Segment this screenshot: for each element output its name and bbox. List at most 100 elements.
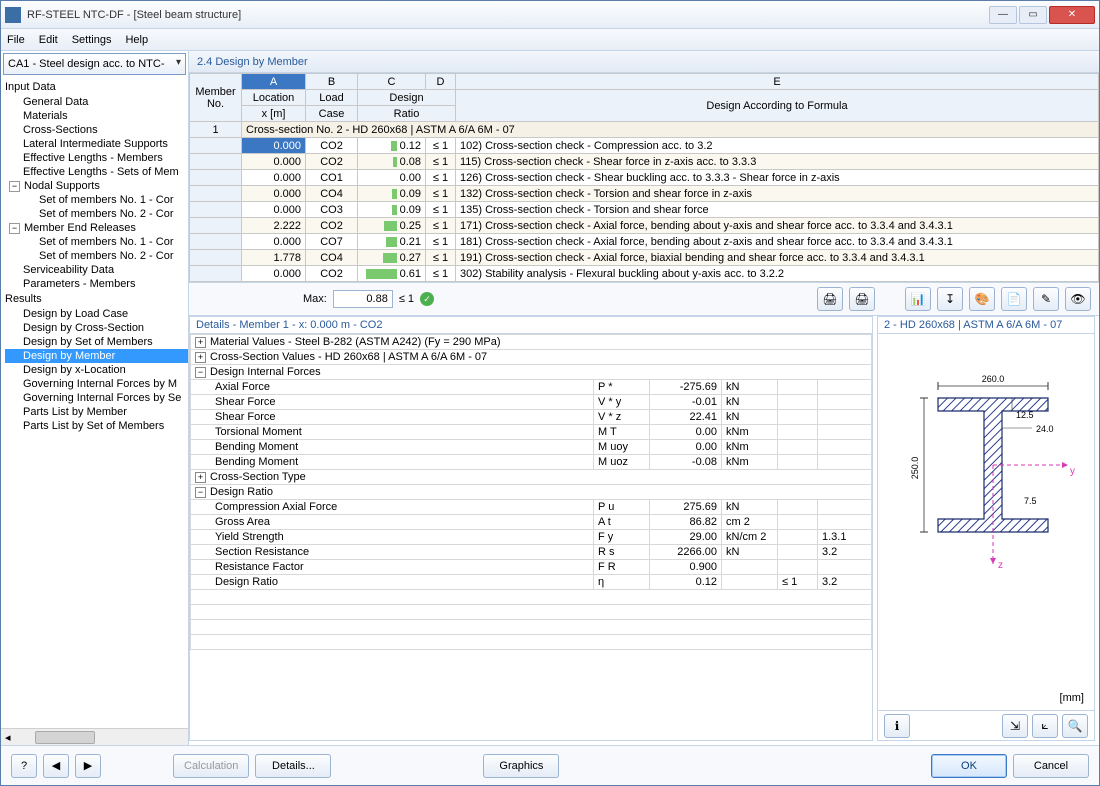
expand-icon[interactable]: +	[195, 352, 206, 363]
menu-file[interactable]: File	[7, 34, 25, 46]
tree-r-member[interactable]: Design by Member	[5, 349, 188, 363]
axis-icon[interactable]: ⇲	[1002, 714, 1028, 738]
tree-mer-1[interactable]: Set of members No. 1 - Cor	[5, 235, 188, 249]
calculation-button[interactable]: Calculation	[173, 754, 249, 778]
grid-row[interactable]: 0.000 CO2 0.61 ≤ 1 302) Stability analys…	[190, 266, 1099, 282]
details-row[interactable]: Bending MomentM uoy0.00kNm	[191, 440, 872, 455]
toolbar-btn-3[interactable]: 🎨	[969, 287, 995, 311]
toolbar-btn-4[interactable]: 📄	[1001, 287, 1027, 311]
next-button[interactable]: ▶	[75, 754, 101, 778]
svg-text:z: z	[998, 560, 1003, 571]
tree-lateral[interactable]: Lateral Intermediate Supports	[5, 137, 188, 151]
maximize-button[interactable]: ▭	[1019, 6, 1047, 24]
menu-edit[interactable]: Edit	[39, 34, 58, 46]
collapse-icon[interactable]: −	[9, 223, 20, 234]
tree-general-data[interactable]: General Data	[5, 95, 188, 109]
details-button[interactable]: Details...	[255, 754, 331, 778]
details-row[interactable]: Bending MomentM uoz-0.08kNm	[191, 455, 872, 470]
diagram-toolbar: ℹ ⇲ ⟀ 🔍	[878, 710, 1094, 740]
expand-icon[interactable]: +	[195, 472, 206, 483]
tree-mer-2[interactable]: Set of members No. 2 - Cor	[5, 249, 188, 263]
ok-button[interactable]: OK	[931, 754, 1007, 778]
tree-serv[interactable]: Serviceability Data	[5, 263, 188, 277]
collapse-icon[interactable]: −	[195, 367, 206, 378]
help-button[interactable]: ?	[11, 754, 37, 778]
grid-row[interactable]: 0.000 CO2 0.08 ≤ 1 115) Cross-section ch…	[190, 154, 1099, 170]
tree-eff-members[interactable]: Effective Lengths - Members	[5, 151, 188, 165]
col-D[interactable]: D	[426, 74, 456, 90]
col-E[interactable]: E	[456, 74, 1099, 90]
nav-tree[interactable]: Input Data General Data Materials Cross-…	[1, 77, 188, 728]
grid-row[interactable]: 0.000 CO7 0.21 ≤ 1 181) Cross-section ch…	[190, 234, 1099, 250]
col-B[interactable]: B	[306, 74, 358, 90]
zoom-icon[interactable]: 🔍	[1062, 714, 1088, 738]
details-row[interactable]: Compression Axial ForceP u275.69kN	[191, 500, 872, 515]
tree-nodal-2[interactable]: Set of members No. 2 - Cor	[5, 207, 188, 221]
max-label: Max:	[303, 293, 327, 305]
tree-mer[interactable]: −Member End Releases	[5, 221, 188, 235]
tree-cross-sections[interactable]: Cross-Sections	[5, 123, 188, 137]
diagram-title: 2 - HD 260x68 | ASTM A 6/A 6M - 07	[878, 317, 1094, 334]
cancel-button[interactable]: Cancel	[1013, 754, 1089, 778]
tree-hscroll[interactable]: ◂	[1, 728, 188, 745]
minimize-button[interactable]: —	[989, 6, 1017, 24]
details-row[interactable]: Torsional MomentM T0.00kNm	[191, 425, 872, 440]
toolbar-btn-1[interactable]: 📊	[905, 287, 931, 311]
toolbar-btn-5[interactable]: ✎	[1033, 287, 1059, 311]
tree-params[interactable]: Parameters - Members	[5, 277, 188, 291]
col-A[interactable]: A	[242, 74, 306, 90]
graphics-button[interactable]: Graphics	[483, 754, 559, 778]
filter-icon-2[interactable]: 🖨	[849, 287, 875, 311]
tree-results[interactable]: Results	[5, 291, 188, 307]
tree-materials[interactable]: Materials	[5, 109, 188, 123]
col-C[interactable]: C	[358, 74, 426, 90]
svg-text:y: y	[1070, 466, 1075, 477]
case-combo[interactable]: CA1 - Steel design acc. to NTC-	[3, 53, 186, 75]
tree-r-cross[interactable]: Design by Cross-Section	[5, 321, 188, 335]
svg-text:260.0: 260.0	[982, 374, 1005, 384]
max-value[interactable]	[333, 290, 393, 308]
details-row[interactable]: Resistance FactorF R0.900	[191, 560, 872, 575]
grid-row[interactable]: 0.000 CO1 0.00 ≤ 1 126) Cross-section ch…	[190, 170, 1099, 186]
collapse-icon[interactable]: −	[195, 487, 206, 498]
tree-r-gif-s[interactable]: Governing Internal Forces by Se	[5, 391, 188, 405]
details-row[interactable]: Gross AreaA t86.82cm 2	[191, 515, 872, 530]
tree-nodal[interactable]: −Nodal Supports	[5, 179, 188, 193]
menu-help[interactable]: Help	[125, 34, 148, 46]
tree-r-parts-m[interactable]: Parts List by Member	[5, 405, 188, 419]
details-row[interactable]: Design Ratioη0.12≤ 13.2	[191, 575, 872, 590]
dim-icon[interactable]: ⟀	[1032, 714, 1058, 738]
results-grid[interactable]: MemberNo. A B C D E Location Load Design…	[189, 73, 1099, 282]
details-row[interactable]: Axial ForceP *-275.69kN	[191, 380, 872, 395]
tree-r-gif-m[interactable]: Governing Internal Forces by M	[5, 377, 188, 391]
tree-r-xloc[interactable]: Design by x-Location	[5, 363, 188, 377]
grid-row[interactable]: 2.222 CO2 0.25 ≤ 1 171) Cross-section ch…	[190, 218, 1099, 234]
details-row[interactable]: Shear ForceV * y-0.01kN	[191, 395, 872, 410]
tree-r-parts-s[interactable]: Parts List by Set of Members	[5, 419, 188, 433]
details-table[interactable]: +Material Values - Steel B-282 (ASTM A24…	[190, 334, 872, 650]
info-icon[interactable]: ℹ	[884, 714, 910, 738]
details-row[interactable]: Section ResistanceR s2266.00kN3.2	[191, 545, 872, 560]
grid-row[interactable]: 0.000 CO2 0.12 ≤ 1 102) Cross-section ch…	[190, 138, 1099, 154]
section-header-row: Cross-section No. 2 - HD 260x68 | ASTM A…	[242, 122, 1099, 138]
close-button[interactable]: ✕	[1049, 6, 1095, 24]
panel-title: 2.4 Design by Member	[189, 51, 1099, 73]
menu-settings[interactable]: Settings	[72, 34, 112, 46]
grid-row[interactable]: 1.778 CO4 0.27 ≤ 1 191) Cross-section ch…	[190, 250, 1099, 266]
tree-r-loadcase[interactable]: Design by Load Case	[5, 307, 188, 321]
tree-r-set[interactable]: Design by Set of Members	[5, 335, 188, 349]
filter-icon-1[interactable]: 🖨	[817, 287, 843, 311]
tree-input-data[interactable]: Input Data	[5, 79, 188, 95]
expand-icon[interactable]: +	[195, 337, 206, 348]
toolbar-btn-6[interactable]: 👁	[1065, 287, 1091, 311]
details-row[interactable]: Shear ForceV * z22.41kN	[191, 410, 872, 425]
grid-row[interactable]: 0.000 CO4 0.09 ≤ 1 132) Cross-section ch…	[190, 186, 1099, 202]
window-title: RF-STEEL NTC-DF - [Steel beam structure]	[27, 9, 989, 21]
tree-nodal-1[interactable]: Set of members No. 1 - Cor	[5, 193, 188, 207]
toolbar-btn-2[interactable]: ↧	[937, 287, 963, 311]
details-row[interactable]: Yield StrengthF y29.00kN/cm 21.3.1	[191, 530, 872, 545]
collapse-icon[interactable]: −	[9, 181, 20, 192]
tree-eff-sets[interactable]: Effective Lengths - Sets of Mem	[5, 165, 188, 179]
grid-row[interactable]: 0.000 CO3 0.09 ≤ 1 135) Cross-section ch…	[190, 202, 1099, 218]
prev-button[interactable]: ◀	[43, 754, 69, 778]
